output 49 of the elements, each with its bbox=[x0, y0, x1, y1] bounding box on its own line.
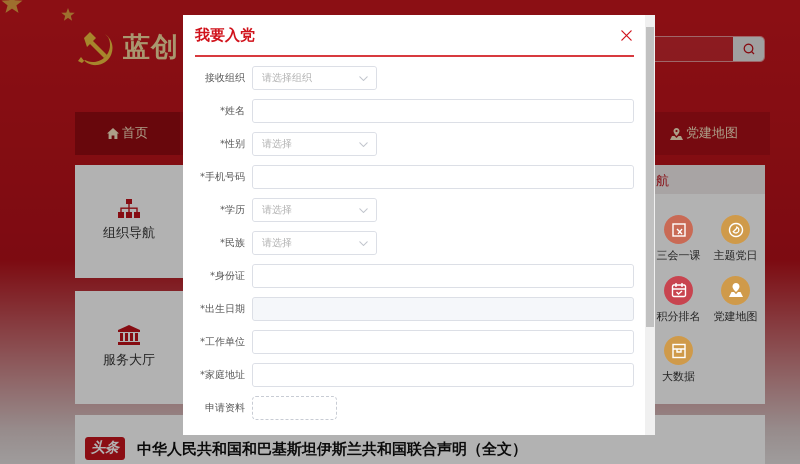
scrollbar-thumb[interactable] bbox=[646, 27, 654, 327]
input-field[interactable] bbox=[252, 165, 634, 189]
chevron-down-icon bbox=[359, 76, 368, 80]
shortcut-label[interactable]: 大数据 bbox=[662, 369, 695, 386]
headline-tag: 头条 bbox=[85, 437, 125, 460]
board-icon[interactable] bbox=[664, 215, 693, 244]
shortcut-label[interactable]: 党建地图 bbox=[714, 308, 758, 325]
field-label: *家庭地址 bbox=[199, 368, 245, 382]
card-label: 服务大厅 bbox=[103, 352, 155, 370]
field-label: *学历 bbox=[219, 204, 245, 218]
card-label: 组织导航 bbox=[103, 225, 155, 244]
field-label: 申请资料 bbox=[204, 402, 245, 416]
field-label: *民族 bbox=[219, 236, 245, 250]
shortcut-label[interactable]: 主题党日 bbox=[714, 248, 758, 264]
chevron-down-icon bbox=[359, 208, 368, 212]
field-label: 接收组织 bbox=[204, 72, 245, 86]
input-field[interactable] bbox=[252, 99, 634, 123]
site-title: 蓝创 bbox=[123, 31, 179, 65]
nav-link[interactable]: 党建地图 bbox=[638, 112, 770, 155]
map-pin-icon bbox=[670, 128, 683, 140]
shortcut-label[interactable]: 三会一课 bbox=[656, 248, 700, 264]
input-field[interactable] bbox=[252, 363, 634, 387]
close-icon bbox=[621, 30, 632, 40]
home-icon bbox=[107, 128, 119, 139]
input-field[interactable] bbox=[252, 330, 634, 354]
chevron-down-icon bbox=[359, 142, 368, 146]
bank-icon bbox=[118, 324, 140, 345]
emblem-badge-icon[interactable] bbox=[721, 215, 750, 244]
modal-title: 我要入党 bbox=[195, 24, 255, 46]
field-label: *姓名 bbox=[219, 104, 245, 118]
field-label: *身份证 bbox=[209, 270, 245, 284]
scrollbar[interactable] bbox=[645, 15, 655, 435]
calendar-icon[interactable] bbox=[664, 276, 693, 304]
search-icon bbox=[742, 43, 754, 55]
upload-box[interactable] bbox=[252, 396, 337, 420]
search-button[interactable] bbox=[733, 37, 764, 61]
nav-link[interactable]: 首页 bbox=[75, 112, 180, 155]
close-button[interactable] bbox=[619, 28, 634, 42]
shortcut-label[interactable]: 积分排名 bbox=[656, 308, 700, 325]
org-chart-icon bbox=[118, 199, 140, 218]
field-label: *出生日期 bbox=[199, 302, 245, 316]
field-label: *手机号码 bbox=[199, 170, 245, 184]
input-field[interactable] bbox=[252, 264, 634, 288]
archive-box-icon[interactable] bbox=[664, 336, 693, 365]
news-headline[interactable]: 中华人民共和国和巴基斯坦伊斯兰共和国联合声明（全文） bbox=[137, 438, 527, 460]
chevron-down-icon bbox=[359, 240, 368, 246]
field-label: *性别 bbox=[219, 138, 245, 152]
map-pin-icon[interactable] bbox=[721, 276, 750, 304]
field-label: *工作单位 bbox=[199, 336, 245, 350]
